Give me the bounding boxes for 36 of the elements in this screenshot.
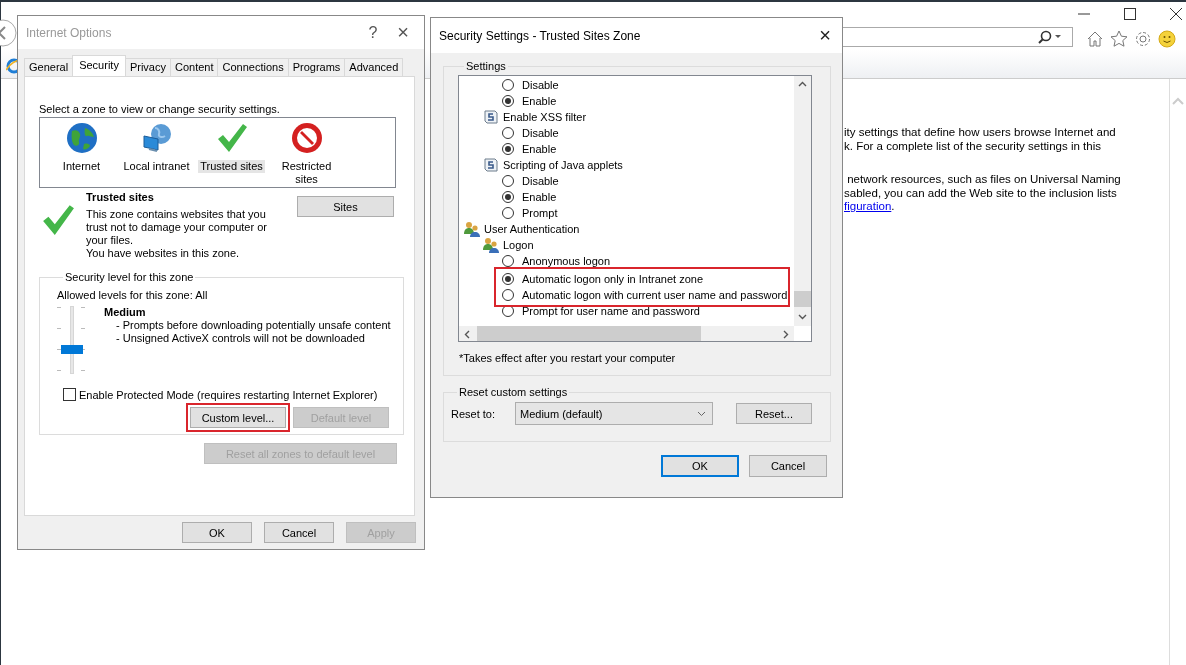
restart-note: *Takes effect after you restart your computer xyxy=(459,352,677,364)
setting-label: Logon xyxy=(503,239,534,251)
window-title: Internet Options xyxy=(26,25,113,40)
zone-description: This zone contains websites that you trust not to damage your computer or your files. xyxy=(86,208,268,247)
allowed-levels-text: Allowed levels for this zone: All xyxy=(57,289,208,301)
option-label: Disable xyxy=(522,127,559,139)
option-label: Anonymous logon xyxy=(522,255,611,267)
zone-prompt: Select a zone to view or change security settings. xyxy=(39,103,281,115)
option-label: Automatic logon only in Intranet zone xyxy=(522,273,703,285)
setting-label: User Authentication xyxy=(484,223,580,235)
group-label: Reset custom settings xyxy=(458,386,569,398)
option-label: Enable xyxy=(522,143,557,155)
level-name: Medium xyxy=(104,306,147,319)
body-text: ity settings that define how users browse Internet and xyxy=(844,126,1117,140)
group-label: Security level for this zone xyxy=(64,271,195,283)
level-description: - Unsigned ActiveX controls will not be downloaded xyxy=(115,332,366,345)
zone-note: You have websites in this zone. xyxy=(86,247,241,260)
option-label: Prompt xyxy=(522,207,558,219)
body-text: figuration. xyxy=(844,200,896,214)
setting-label: Enable XSS filter xyxy=(503,111,587,123)
option-label: Disable xyxy=(522,79,559,91)
option-label: Automatic logon with current user name and password xyxy=(522,289,788,301)
body-text: sabled, you can add the Web site to the inclusion lists xyxy=(844,186,1118,200)
body-text: network resources, such as files on Universal Naming xyxy=(846,173,1122,187)
option-label: Prompt for user name and password xyxy=(522,305,700,317)
checkbox-label: Enable Protected Mode (requires restarting Internet Explorer) xyxy=(79,388,378,401)
setting-label: Scripting of Java applets xyxy=(503,159,623,171)
window-title: Security Settings - Trusted Sites Zone xyxy=(439,28,642,43)
group-label: Settings xyxy=(465,60,507,72)
reset-to-label: Reset to: xyxy=(451,407,497,420)
body-text: k. For a complete list of the security settings in this xyxy=(844,139,1102,153)
option-label: Disable xyxy=(522,175,559,187)
option-label: Enable xyxy=(522,191,557,203)
zone-title: Trusted sites xyxy=(86,191,155,204)
level-description: - Prompts before downloading potentially unsafe content xyxy=(115,319,391,332)
option-label: Enable xyxy=(522,95,557,107)
